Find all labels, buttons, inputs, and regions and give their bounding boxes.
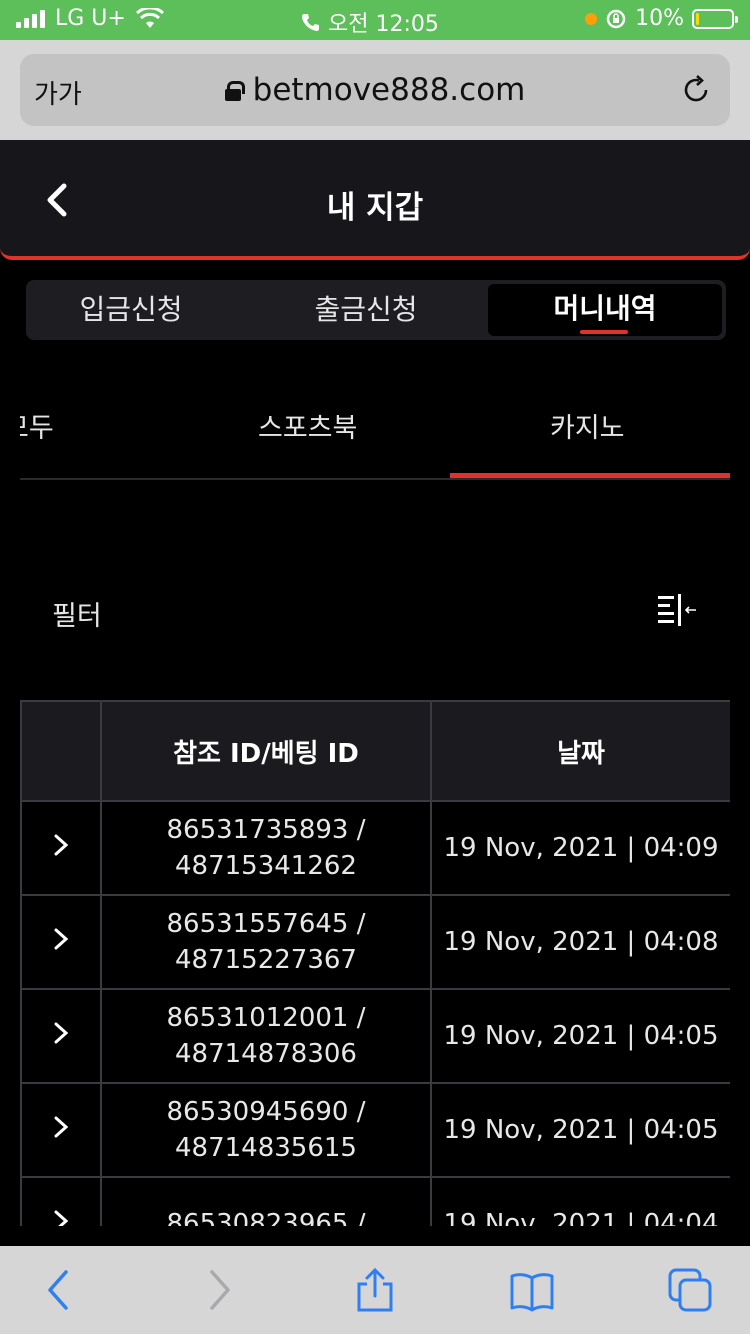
- expand-cell[interactable]: [20, 800, 102, 896]
- page-title: 내 지갑: [326, 190, 424, 226]
- recording-dot-icon: [585, 12, 598, 25]
- active-subtab-indicator: [450, 473, 730, 478]
- tab-money-history-label: 머니내역: [553, 292, 657, 325]
- url-text: betmove888.com: [252, 72, 526, 108]
- date-cell: 19 Nov, 2021 | 04:09: [430, 800, 730, 896]
- status-bar: LG U+ 오전 12:05 10%: [0, 0, 750, 40]
- filter-collapse-icon[interactable]: [656, 592, 700, 628]
- browser-toolbar: [0, 1246, 750, 1334]
- chevron-right-icon[interactable]: [54, 1116, 68, 1138]
- ref-id: 86531557645 /: [166, 909, 366, 939]
- chevron-right-icon[interactable]: [54, 1210, 68, 1226]
- bet-id: 48715341262: [175, 851, 357, 881]
- table-row[interactable]: 86530945690 / 48714835615 19 Nov, 2021 | …: [20, 1082, 730, 1178]
- clock: 오전 12:05: [328, 12, 439, 37]
- ref-id: 86530823965 /: [166, 1209, 366, 1226]
- ref-id: 86530945690 /: [166, 1097, 366, 1127]
- chevron-right-icon[interactable]: [54, 1022, 68, 1044]
- chevron-right-icon[interactable]: [54, 834, 68, 856]
- date-cell: 19 Nov, 2021 | 04:05: [430, 1082, 730, 1178]
- wallet-segmented-tabs: 입금신청 출금신청 머니내역: [26, 280, 726, 340]
- table-row[interactable]: 86531557645 / 48715227367 19 Nov, 2021 | …: [20, 894, 730, 990]
- id-cell: 86530823965 /: [100, 1176, 432, 1226]
- header-date: 날짜: [430, 700, 730, 802]
- id-cell: 86531735893 / 48715341262: [100, 800, 432, 896]
- carrier-label: LG U+: [55, 6, 126, 31]
- expand-cell[interactable]: [20, 894, 102, 990]
- back-icon[interactable]: [36, 1266, 84, 1314]
- battery-percent: 10%: [635, 6, 684, 31]
- expand-cell[interactable]: [20, 1176, 102, 1226]
- history-table: 참조 ID/베팅 ID 날짜 86531735893 / 48715341262 …: [20, 700, 730, 1226]
- signal-icon: [16, 9, 45, 28]
- ref-id: 86531735893 /: [166, 815, 366, 845]
- browser-address-area: 가가 betmove888.com: [0, 40, 750, 140]
- id-cell: 86530945690 / 48714835615: [100, 1082, 432, 1178]
- table-row[interactable]: 86531012001 / 48714878306 19 Nov, 2021 | …: [20, 988, 730, 1084]
- table-row[interactable]: 86530823965 / 19 Nov, 2021 | 04:04: [20, 1176, 730, 1226]
- date-cell: 19 Nov, 2021 | 04:04: [430, 1176, 730, 1226]
- bet-id: 48714835615: [175, 1133, 357, 1163]
- chevron-right-icon[interactable]: [54, 928, 68, 950]
- subtab-casino[interactable]: 카지노: [550, 406, 625, 445]
- app-header: 내 지갑: [0, 140, 750, 260]
- table-header-row: 참조 ID/베팅 ID 날짜: [20, 700, 730, 802]
- forward-icon[interactable]: [194, 1266, 242, 1314]
- reload-icon[interactable]: [680, 74, 712, 106]
- tabs-icon[interactable]: [666, 1266, 714, 1314]
- phone-icon: [302, 14, 319, 31]
- tab-withdraw-request[interactable]: 출금신청: [261, 280, 471, 340]
- date-cell: 19 Nov, 2021 | 04:05: [430, 988, 730, 1084]
- filter-label: 필터: [52, 601, 102, 632]
- ref-id: 86531012001 /: [166, 1003, 366, 1033]
- active-tab-underline: [580, 330, 628, 334]
- expand-cell[interactable]: [20, 1082, 102, 1178]
- tab-deposit-request[interactable]: 입금신청: [26, 280, 236, 340]
- category-subtabs: 모두 스포츠북 카지노: [20, 380, 730, 480]
- bookmarks-icon[interactable]: [508, 1266, 556, 1314]
- id-cell: 86531557645 / 48715227367: [100, 894, 432, 990]
- battery-icon: [692, 8, 738, 29]
- lock-icon: [224, 81, 245, 101]
- bet-id: 48715227367: [175, 945, 357, 975]
- subtab-sportsbook[interactable]: 스포츠북: [258, 406, 357, 445]
- subtab-all[interactable]: 모두: [20, 406, 54, 445]
- header-expand: [20, 700, 102, 802]
- table-row[interactable]: 86531735893 / 48715341262 19 Nov, 2021 | …: [20, 800, 730, 896]
- bet-id: 48714878306: [175, 1039, 357, 1069]
- id-cell: 86531012001 / 48714878306: [100, 988, 432, 1084]
- date-cell: 19 Nov, 2021 | 04:08: [430, 894, 730, 990]
- share-icon[interactable]: [351, 1266, 399, 1314]
- header-ref-bet-id: 참조 ID/베팅 ID: [100, 700, 432, 802]
- address-bar[interactable]: 가가 betmove888.com: [20, 54, 730, 126]
- wifi-icon: [135, 7, 164, 28]
- expand-cell[interactable]: [20, 988, 102, 1084]
- tab-money-history[interactable]: 머니내역: [488, 284, 722, 336]
- rotation-lock-icon: [606, 9, 626, 28]
